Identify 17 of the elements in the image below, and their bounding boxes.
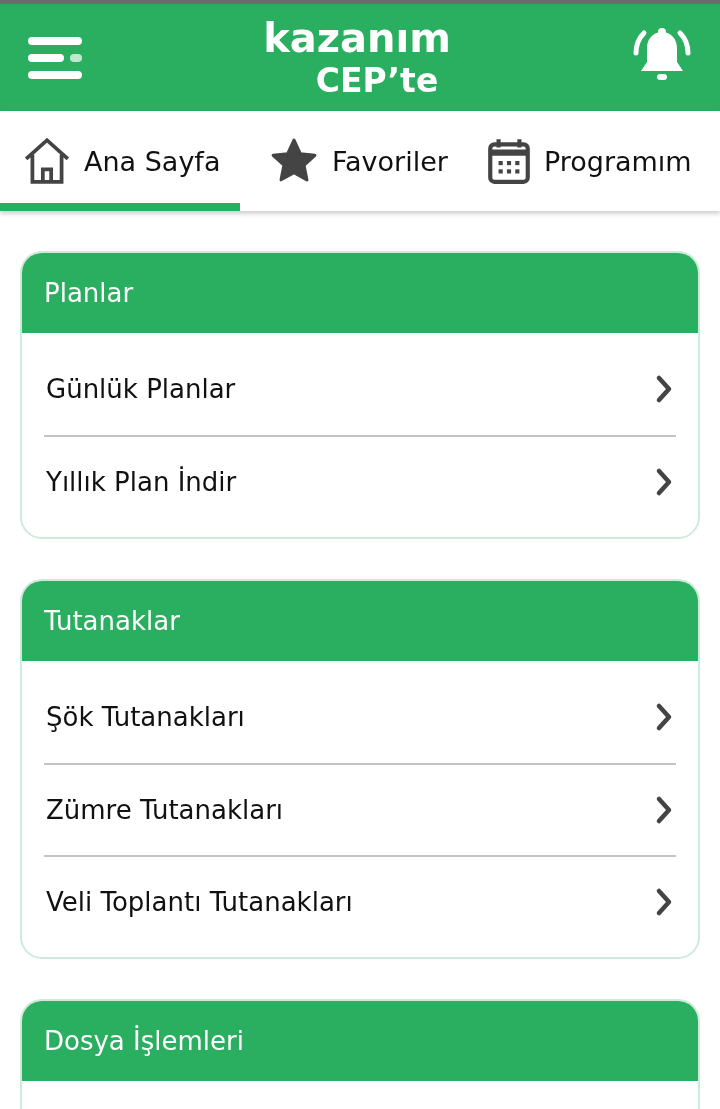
section-title: Tutanaklar: [22, 581, 698, 661]
section-title: Dosya İşlemleri: [22, 1001, 698, 1081]
chevron-right-icon: [654, 467, 674, 497]
nav-tab[interactable]: Ana Sayfa: [0, 111, 240, 211]
nav-tab[interactable]: Favoriler: [240, 111, 458, 211]
chevron-right-icon: [654, 887, 674, 917]
calendar-icon: [485, 136, 532, 186]
home-icon: [22, 136, 72, 186]
app-title: kazanım: [263, 14, 451, 61]
section-title: Planlar: [22, 253, 698, 333]
chevron-right-icon: [654, 795, 674, 825]
chevron-right-icon: [654, 702, 674, 732]
menu-button[interactable]: [28, 36, 84, 79]
app-subtitle: CEP’te: [315, 60, 439, 101]
chevron-right-icon: [654, 374, 674, 404]
menu-icon: [28, 36, 84, 79]
nav-tab[interactable]: Programım: [457, 111, 702, 211]
